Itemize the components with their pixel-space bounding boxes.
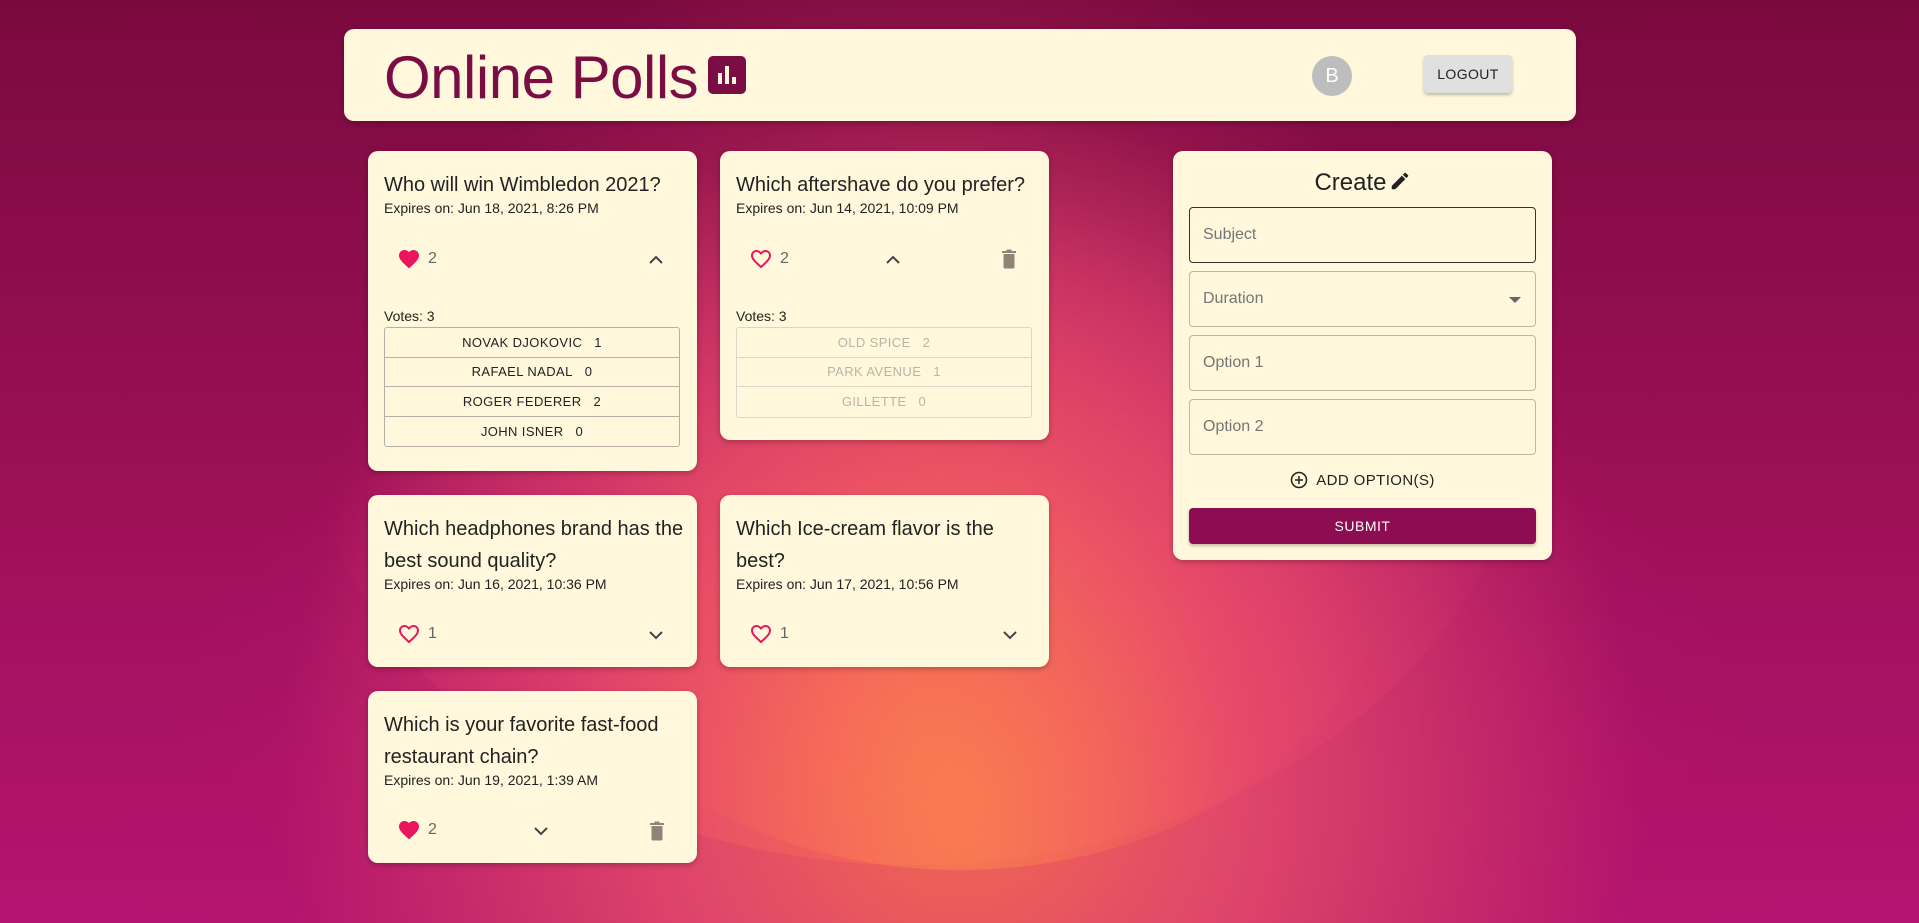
logout-button[interactable]: LOGOUT bbox=[1424, 55, 1512, 93]
pencil-icon bbox=[1391, 172, 1408, 190]
heart-filled-icon[interactable] bbox=[396, 818, 422, 842]
poll-option[interactable]: RAFAEL NADAL 0 bbox=[385, 358, 679, 387]
option-label: GILLETTE bbox=[841, 394, 907, 410]
trash-icon[interactable] bbox=[649, 821, 665, 841]
option-label: JOHN ISNER bbox=[480, 423, 564, 439]
poll-card: Which aftershave do you prefer? Expires … bbox=[720, 151, 1049, 440]
poll-option[interactable]: JOHN ISNER 0 bbox=[385, 417, 679, 447]
trash-icon[interactable] bbox=[1001, 249, 1017, 269]
app-title: Online Polls bbox=[384, 44, 699, 111]
option-label: OLD SPICE bbox=[837, 334, 911, 350]
like-count: 2 bbox=[780, 250, 789, 267]
submit-button[interactable]: SUBMIT bbox=[1189, 508, 1536, 544]
like-count: 1 bbox=[780, 625, 789, 642]
poll-expiry: Expires on: Jun 14, 2021, 10:09 PM bbox=[736, 200, 959, 216]
bar-chart-icon bbox=[708, 56, 746, 94]
chevron-down-icon[interactable] bbox=[1001, 629, 1019, 641]
poll-card: Who will win Wimbledon 2021? Expires on:… bbox=[368, 151, 697, 471]
poll-options: OLD SPICE 2 PARK AVENUE 1 GILLETTE 0 bbox=[736, 327, 1032, 418]
option-count: 1 bbox=[933, 364, 941, 380]
poll-option: GILLETTE 0 bbox=[737, 387, 1031, 417]
add-options-label: ADD OPTION(S) bbox=[1316, 472, 1435, 489]
chevron-up-icon[interactable] bbox=[647, 253, 665, 265]
option-count: 1 bbox=[594, 334, 602, 350]
user-avatar[interactable]: B bbox=[1312, 56, 1352, 96]
poll-question: Which is your favorite fast-food restaur… bbox=[384, 714, 659, 768]
duration-placeholder: Duration bbox=[1203, 290, 1264, 307]
option-label: NOVAK DJOKOVIC bbox=[462, 334, 583, 350]
poll-card: Which is your favorite fast-food restaur… bbox=[368, 691, 697, 863]
app-header: Online Polls B LOGOUT bbox=[344, 29, 1576, 121]
poll-option: OLD SPICE 2 bbox=[737, 328, 1031, 358]
poll-question: Who will win Wimbledon 2021? bbox=[384, 174, 661, 196]
poll-expiry: Expires on: Jun 16, 2021, 10:36 PM bbox=[384, 576, 607, 592]
subject-input[interactable]: Subject bbox=[1189, 207, 1536, 263]
option-2-input[interactable]: Option 2 bbox=[1189, 399, 1536, 455]
poll-expiry: Expires on: Jun 18, 2021, 8:26 PM bbox=[384, 200, 599, 216]
like-count: 2 bbox=[428, 250, 437, 267]
like-count: 1 bbox=[428, 625, 437, 642]
poll-question: Which aftershave do you prefer? bbox=[736, 174, 1026, 196]
votes-total: Votes: 3 bbox=[384, 308, 435, 324]
option-count: 0 bbox=[584, 364, 593, 380]
poll-option: PARK AVENUE 1 bbox=[737, 358, 1031, 387]
option-1-input[interactable]: Option 1 bbox=[1189, 335, 1536, 391]
heart-outline-icon[interactable] bbox=[396, 622, 422, 646]
poll-expiry: Expires on: Jun 17, 2021, 10:56 PM bbox=[736, 576, 959, 592]
option-label: PARK AVENUE bbox=[827, 364, 922, 380]
option-count: 2 bbox=[922, 334, 931, 350]
chevron-down-icon[interactable] bbox=[647, 629, 665, 641]
heart-outline-icon[interactable] bbox=[748, 247, 774, 271]
option-count: 0 bbox=[918, 394, 927, 410]
poll-card: Which headphones brand has the best soun… bbox=[368, 495, 697, 667]
create-title: Create bbox=[1173, 169, 1552, 197]
duration-select[interactable]: Duration bbox=[1189, 271, 1536, 327]
poll-expiry: Expires on: Jun 19, 2021, 1:39 AM bbox=[384, 772, 599, 788]
plus-circle-icon bbox=[1290, 471, 1308, 489]
poll-options: NOVAK DJOKOVIC 1 RAFAEL NADAL 0 ROGER FE… bbox=[384, 327, 680, 447]
create-title-text: Create bbox=[1314, 169, 1387, 196]
option-label: RAFAEL NADAL bbox=[471, 364, 573, 380]
heart-filled-icon[interactable] bbox=[396, 247, 422, 271]
chevron-down-icon[interactable] bbox=[532, 825, 550, 837]
poll-question: Which Ice-cream flavor is the best? bbox=[736, 518, 994, 572]
dropdown-arrow-icon bbox=[1509, 297, 1521, 303]
option-label: ROGER FEDERER bbox=[462, 393, 582, 409]
create-poll-panel: Create Subject Duration Option 1 Option … bbox=[1173, 151, 1552, 560]
option-count: 2 bbox=[593, 393, 602, 409]
heart-outline-icon[interactable] bbox=[748, 622, 774, 646]
votes-total: Votes: 3 bbox=[736, 308, 787, 324]
like-count: 2 bbox=[428, 821, 437, 838]
add-options-button[interactable]: ADD OPTION(S) bbox=[1173, 471, 1552, 489]
option-count: 0 bbox=[575, 423, 584, 439]
poll-option[interactable]: NOVAK DJOKOVIC 1 bbox=[385, 328, 679, 358]
poll-card: Which Ice-cream flavor is the best? Expi… bbox=[720, 495, 1049, 667]
poll-question: Which headphones brand has the best soun… bbox=[384, 518, 684, 572]
chevron-up-icon[interactable] bbox=[884, 253, 902, 265]
poll-option[interactable]: ROGER FEDERER 2 bbox=[385, 387, 679, 417]
